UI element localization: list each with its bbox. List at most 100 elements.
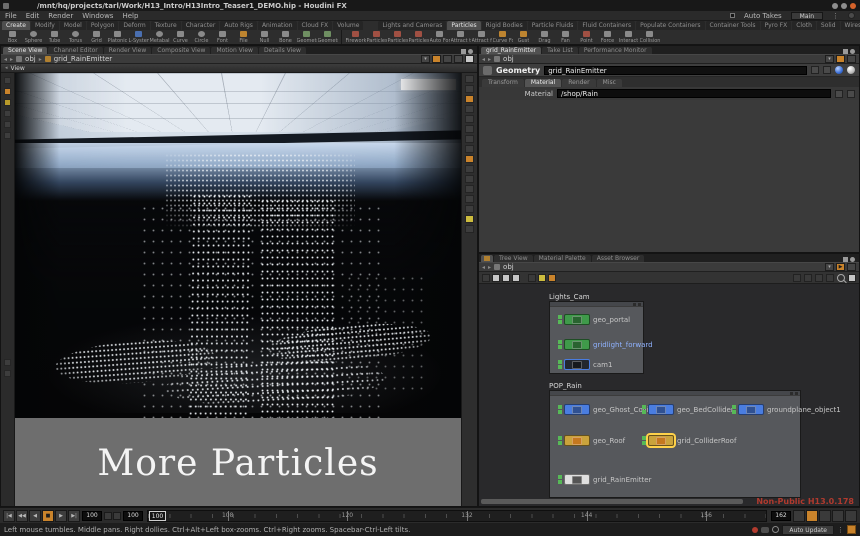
shelf-tab-model[interactable]: Model	[60, 21, 86, 30]
node-body[interactable]	[564, 404, 590, 415]
home-view-icon[interactable]	[815, 274, 823, 282]
node-gridlight-forward[interactable]: gridlight_forward	[558, 339, 653, 350]
tool-lsystem[interactable]: L-System	[128, 31, 149, 44]
shelf-tab-modify[interactable]: Modify	[31, 21, 59, 30]
tool-curve-force[interactable]: Curve Force	[492, 31, 513, 44]
node-geo-bedcollider[interactable]: geo_BedCollider	[642, 404, 734, 415]
tool-geometry-2[interactable]: Geometry	[317, 31, 338, 44]
shelf-tab-populate-containers[interactable]: Populate Containers	[636, 21, 704, 30]
netbox-pop-rain[interactable]: geo_Ghost_Collider geo_BedCollider groun…	[549, 390, 801, 498]
node-flags[interactable]	[558, 475, 562, 484]
pane-menu-icon[interactable]	[850, 49, 855, 54]
playbar-settings-icon[interactable]	[845, 510, 857, 522]
select-points-icon[interactable]	[465, 135, 474, 143]
handles-tool-icon[interactable]	[4, 132, 11, 139]
pane-maximize-icon[interactable]	[843, 257, 848, 262]
viewport-3d[interactable]: More Particles	[15, 73, 461, 506]
tool-particles-3[interactable]: Particles fr	[408, 31, 429, 44]
take-selector[interactable]: Main	[791, 12, 823, 20]
node-body[interactable]	[564, 359, 590, 370]
tool-font[interactable]: Font	[212, 31, 233, 44]
view-label[interactable]: View	[11, 65, 25, 72]
cook-indicator-icon[interactable]	[772, 526, 779, 533]
shelf-tab-container-tools[interactable]: Container Tools	[706, 21, 760, 30]
menu-help[interactable]: Help	[122, 12, 138, 20]
tool-drag[interactable]: Drag	[534, 31, 555, 44]
stop-button[interactable]: ■	[42, 510, 54, 522]
tool-particles-2[interactable]: Particles fr	[387, 31, 408, 44]
node-geo-roof[interactable]: geo_Roof	[558, 435, 625, 446]
align-icon[interactable]	[804, 274, 812, 282]
folder-tab-transform[interactable]: Transform	[482, 79, 524, 87]
shelf-tab-rigid-bodies[interactable]: Rigid Bodies	[482, 21, 527, 30]
network-hscrollbar[interactable]	[481, 499, 743, 504]
material-chooser-icon[interactable]	[835, 90, 843, 98]
takes-globe-icon[interactable]	[848, 12, 855, 19]
netbox-title[interactable]: POP_Rain	[549, 382, 582, 390]
tool-box[interactable]: Box	[2, 31, 23, 44]
scale-tool-icon[interactable]	[4, 121, 11, 128]
tool-attract-to[interactable]: Attract to	[450, 31, 471, 44]
display-flag-icon[interactable]	[465, 215, 474, 223]
tool-gust[interactable]: Gust	[513, 31, 534, 44]
shelf-tab-volume[interactable]: Volume	[333, 21, 363, 30]
snap-grid-icon[interactable]	[4, 359, 11, 366]
tool-collision-detect[interactable]: Collision D	[639, 31, 660, 44]
tool-auto-force[interactable]: Auto Force	[429, 31, 450, 44]
node-flags[interactable]	[642, 405, 646, 414]
tool-fireworks[interactable]: Fireworks	[345, 31, 366, 44]
group-select-icon[interactable]	[465, 155, 474, 163]
rotate-tool-icon[interactable]	[4, 110, 11, 117]
menu-file[interactable]: File	[5, 12, 17, 20]
tool-attract-from[interactable]: Attract fro	[471, 31, 492, 44]
path-back-icon[interactable]: ◂	[482, 56, 485, 63]
path-forward-icon[interactable]: ▸	[488, 56, 491, 63]
tool-circle[interactable]: Circle	[191, 31, 212, 44]
node-body[interactable]	[564, 339, 590, 350]
play-reverse-button[interactable]: ◀	[29, 510, 41, 522]
path-forward-icon[interactable]: ▸	[10, 56, 13, 63]
path-back-icon[interactable]: ◂	[482, 264, 485, 271]
shelf-tab-character[interactable]: Character	[182, 21, 220, 30]
play-forward-button[interactable]: ▶	[55, 510, 67, 522]
current-frame-field[interactable]: 100	[82, 511, 102, 521]
node-flags[interactable]	[558, 360, 562, 369]
tool-fan[interactable]: Fan	[555, 31, 576, 44]
node-groundplane-object1[interactable]: groundplane_object1	[732, 404, 841, 415]
tab-composite-view[interactable]: Composite View	[152, 47, 210, 54]
tab-details-view[interactable]: Details View	[259, 47, 306, 54]
range-start-field[interactable]: 100	[123, 511, 143, 521]
node-flags[interactable]	[558, 340, 562, 349]
color-palette-icon[interactable]	[538, 274, 546, 282]
render-icon[interactable]	[465, 55, 474, 63]
node-body[interactable]	[738, 404, 764, 415]
timeline-ruler[interactable]: 108 120 132 144 156 100	[147, 510, 767, 522]
template-flag-icon[interactable]	[465, 225, 474, 233]
netbox-titlebar[interactable]	[550, 302, 643, 307]
tool-interact[interactable]: Interact	[618, 31, 639, 44]
shelf-tab-polygon[interactable]: Polygon	[87, 21, 119, 30]
view-menu-arrow-icon[interactable]: ◂	[5, 65, 8, 71]
folder-tab-material[interactable]: Material	[525, 79, 561, 87]
parm-dropdown-icon[interactable]: ▾	[825, 55, 834, 63]
net-dropdown-icon[interactable]: ▾	[825, 263, 834, 271]
node-flags[interactable]	[558, 436, 562, 445]
realtime-toggle-icon[interactable]	[806, 510, 818, 522]
range-lock-icon[interactable]	[113, 512, 121, 520]
white-ball-icon[interactable]	[847, 66, 855, 74]
shelf-tab-auto-rigs[interactable]: Auto Rigs	[220, 21, 257, 30]
layout-icon[interactable]	[793, 274, 801, 282]
tool-curve[interactable]: Curve	[170, 31, 191, 44]
grid-toggle-icon[interactable]	[465, 185, 474, 193]
netbox-title[interactable]: Lights_Cam	[549, 293, 590, 301]
tab-scene-view[interactable]: Scene View	[3, 47, 47, 54]
shelf-tab-solid[interactable]: Solid	[817, 21, 840, 30]
node-body[interactable]	[648, 435, 674, 446]
tool-geometry-1[interactable]: Geometry	[296, 31, 317, 44]
playback-options-icon[interactable]	[793, 510, 805, 522]
range-end-field[interactable]: 162	[771, 511, 791, 521]
shelf-tab-texture[interactable]: Texture	[151, 21, 181, 30]
move-tool-icon[interactable]	[4, 99, 11, 106]
shape-palette-icon[interactable]	[548, 274, 556, 282]
shelf-tab-particle-fluids[interactable]: Particle Fluids	[528, 21, 578, 30]
